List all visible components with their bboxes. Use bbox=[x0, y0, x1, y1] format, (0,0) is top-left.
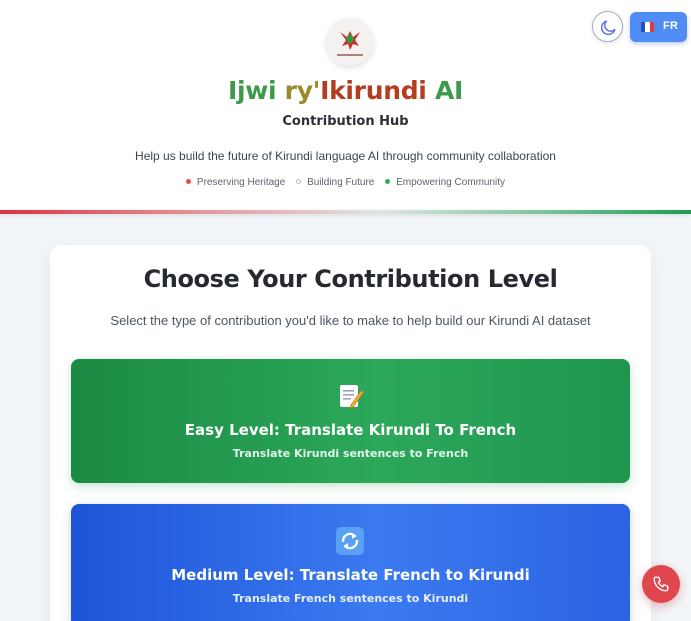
moon-icon bbox=[600, 20, 616, 36]
app-title-part-1: Ijwi bbox=[227, 76, 277, 105]
app-title-part-4: AI bbox=[426, 76, 464, 105]
french-flag-icon bbox=[641, 22, 654, 32]
phone-icon bbox=[653, 576, 669, 592]
pill-label: Empowering Community bbox=[396, 177, 506, 188]
memo-icon bbox=[340, 385, 364, 409]
language-switch-button[interactable]: FR bbox=[630, 12, 687, 42]
pill-label: Building Future bbox=[307, 177, 375, 188]
pill-empowering-community: Empowering Community bbox=[385, 177, 505, 188]
app-title: Ijwi ry'Ikirundi AI bbox=[0, 76, 691, 105]
hollow-dot-icon bbox=[296, 179, 302, 184]
medium-level-button[interactable]: Medium Level: Translate French to Kirund… bbox=[71, 504, 630, 621]
easy-level-button[interactable]: Easy Level: Translate Kirundi To French … bbox=[71, 359, 630, 483]
logo-emblem-icon bbox=[337, 31, 363, 56]
value-pills: Preserving Heritage Building Future Empo… bbox=[0, 177, 691, 188]
app-header: Ijwi ry'Ikirundi AI Contribution Hub Hel… bbox=[0, 0, 691, 214]
pill-label: Preserving Heritage bbox=[196, 177, 286, 188]
medium-level-title: Medium Level: Translate French to Kirund… bbox=[171, 566, 530, 584]
language-label: FR bbox=[663, 20, 679, 32]
app-logo[interactable] bbox=[326, 18, 374, 66]
easy-level-title: Easy Level: Translate Kirundi To French bbox=[184, 421, 517, 439]
green-dot-icon bbox=[385, 179, 391, 184]
pill-preserving-heritage: Preserving Heritage bbox=[185, 177, 286, 188]
app-title-part-3: Ikirundi bbox=[320, 76, 427, 105]
cycle-arrows-icon bbox=[336, 527, 364, 555]
page-title: Choose Your Contribution Level bbox=[143, 265, 558, 293]
tagline: Help us build the future of Kirundi lang… bbox=[135, 149, 556, 163]
contact-button[interactable] bbox=[642, 565, 680, 603]
header-divider bbox=[0, 210, 691, 214]
easy-level-description: Translate Kirundi sentences to French bbox=[232, 447, 469, 460]
pill-building-future: Building Future bbox=[296, 177, 374, 188]
theme-toggle-button[interactable] bbox=[592, 11, 623, 42]
app-subtitle: Contribution Hub bbox=[282, 114, 409, 129]
app-title-part-2: ry' bbox=[276, 76, 321, 105]
medium-level-description: Translate French sentences to Kirundi bbox=[232, 592, 469, 605]
page-description: Select the type of contribution you'd li… bbox=[110, 313, 591, 328]
red-dot-icon bbox=[185, 179, 191, 184]
